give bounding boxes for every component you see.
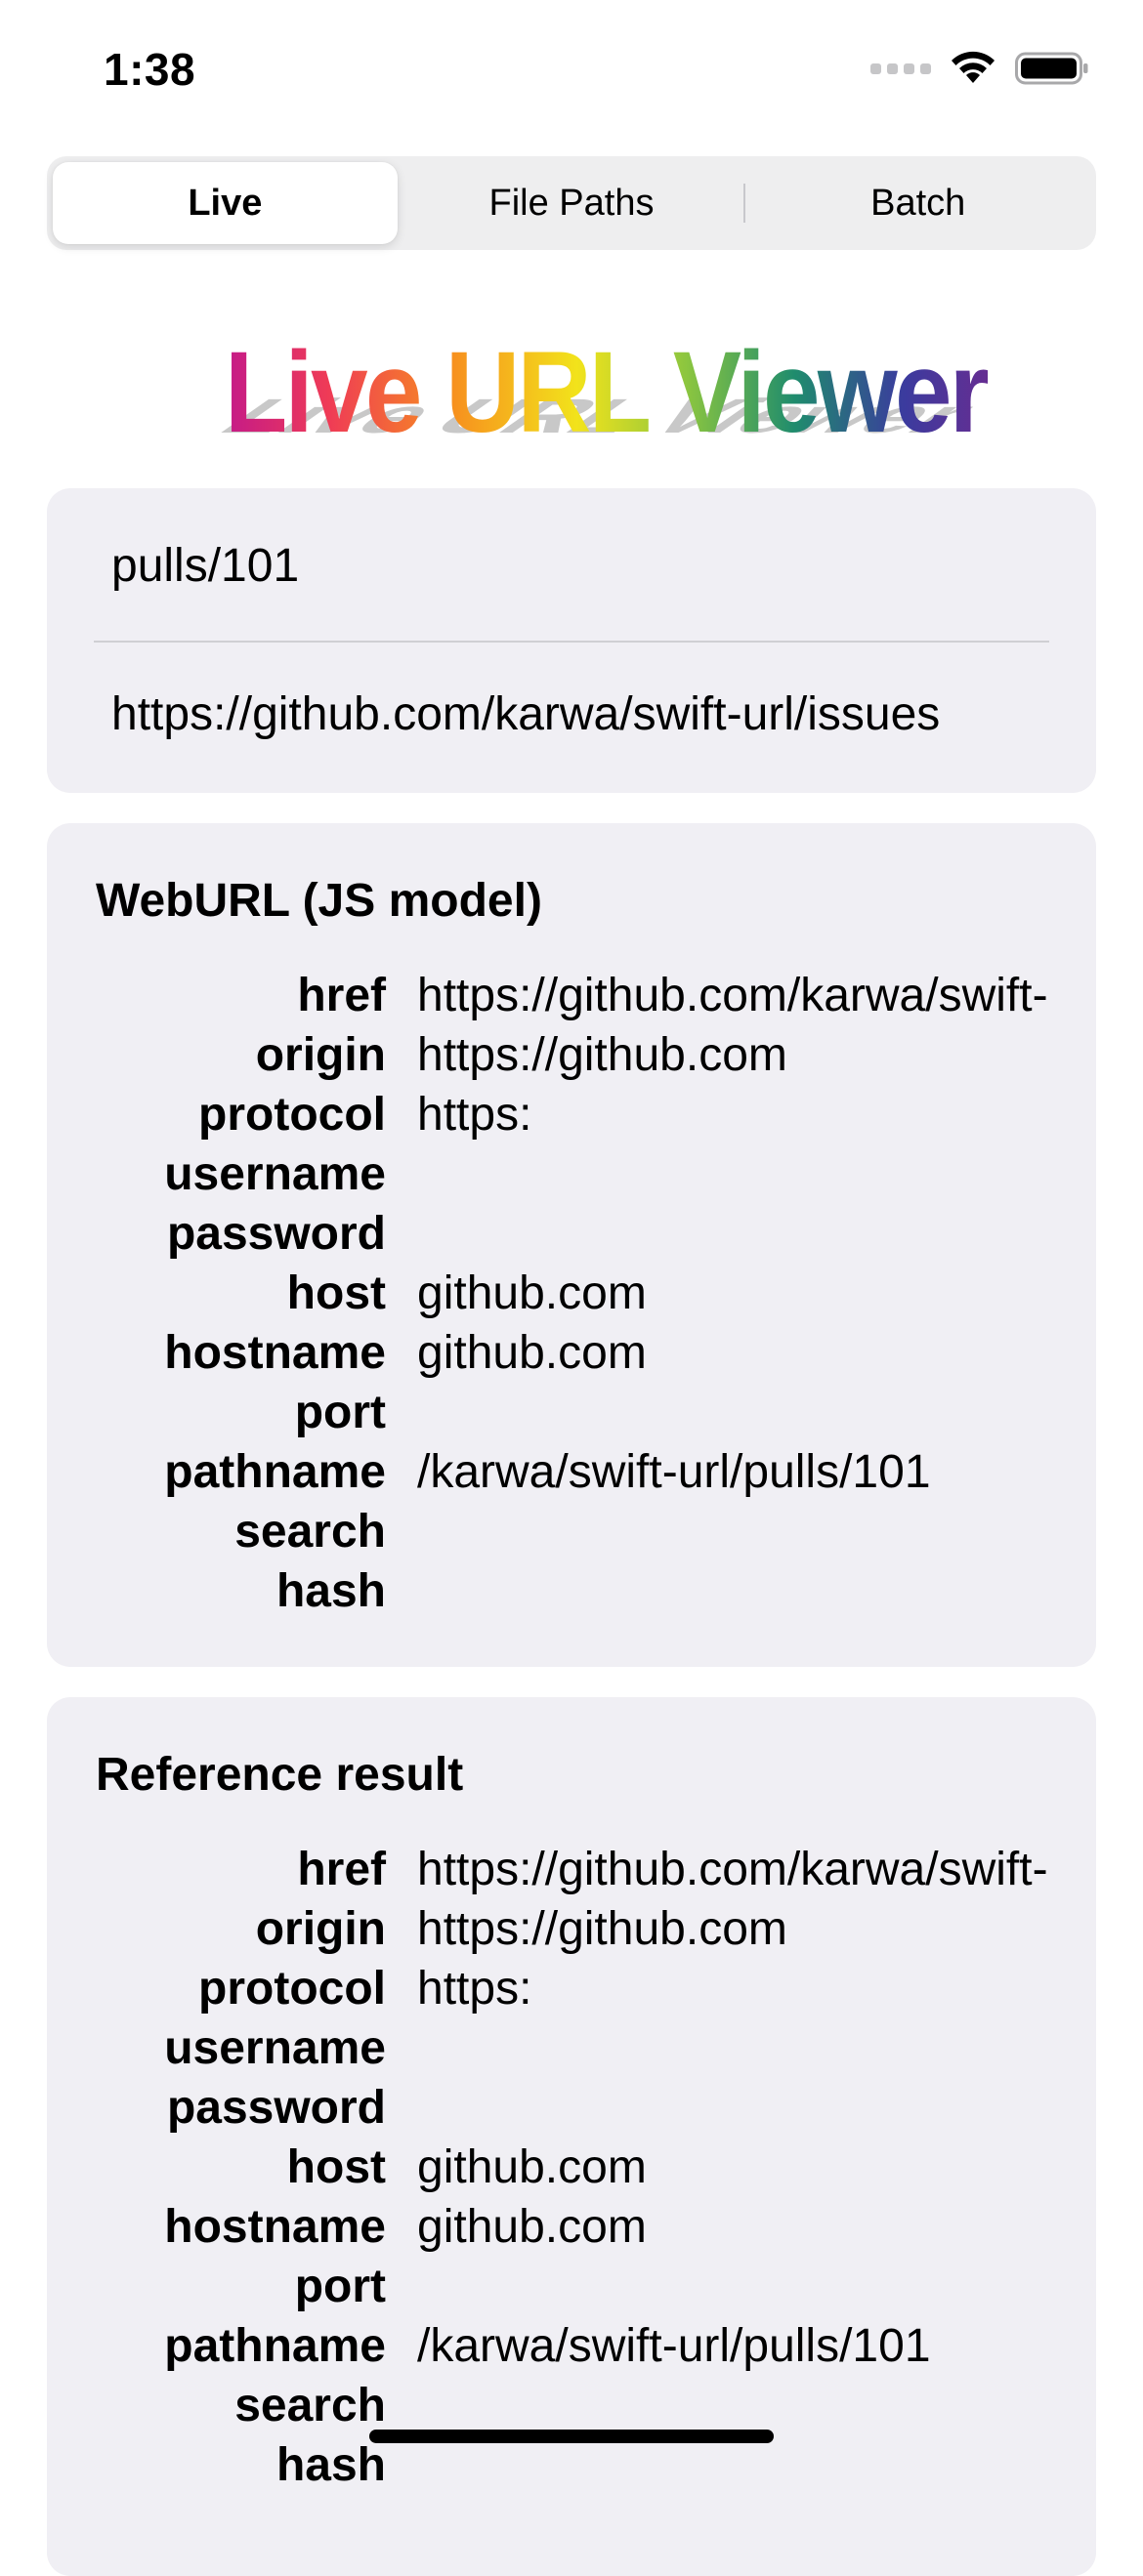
property-value: https://github.com (417, 1029, 787, 1081)
property-value: /karwa/swift-url/pulls/101 (417, 1446, 931, 1498)
segment-batch[interactable]: Batch (745, 162, 1090, 244)
input-divider (94, 641, 1049, 643)
property-row-pathname: pathname /karwa/swift-url/pulls/101 (47, 2316, 1096, 2376)
logo-text: Live URL Viewer (225, 328, 989, 457)
property-value: https: (417, 1963, 532, 2015)
property-key: href (297, 970, 386, 1021)
property-key: pathname (164, 1446, 386, 1498)
property-row-port: port (47, 1383, 1096, 1442)
property-key: username (164, 1148, 386, 1200)
property-row-hostname: hostname github.com (47, 1323, 1096, 1383)
property-key: hash (275, 2439, 386, 2491)
property-key: hostname (164, 2201, 386, 2253)
property-row-username: username (47, 2018, 1096, 2078)
property-row-username: username (47, 1144, 1096, 1204)
property-key: href (297, 1844, 386, 1895)
property-value: https://github.com (417, 1903, 787, 1955)
property-value: github.com (417, 2141, 647, 2193)
segment-live[interactable]: Live (53, 162, 398, 244)
weburl-properties-table: href https://github.com/karwa/swift-url/… (47, 966, 1096, 1621)
weburl-section-title: WebURL (JS model) (96, 875, 542, 927)
reference-section-title: Reference result (96, 1749, 464, 1801)
property-key: protocol (198, 1963, 386, 2015)
reference-result-card: Reference result href https://github.com… (47, 1697, 1096, 2576)
property-key: hostname (164, 1327, 386, 1379)
property-key: username (164, 2022, 386, 2074)
property-row-port: port (47, 2257, 1096, 2316)
segment-file-paths-label: File Paths (488, 182, 655, 224)
property-key: hash (275, 1565, 386, 1617)
property-key: password (166, 1208, 386, 1260)
property-key: host (286, 1267, 386, 1319)
property-row-href: href https://github.com/karwa/swift-url/… (47, 1840, 1096, 1899)
property-row-protocol: protocol https: (47, 1959, 1096, 2018)
reference-properties-table: href https://github.com/karwa/swift-url/… (47, 1840, 1096, 2495)
segment-live-label: Live (188, 182, 263, 224)
property-key: search (234, 2380, 386, 2431)
property-key: origin (255, 1903, 386, 1955)
base-url-field[interactable]: https://github.com/karwa/swift-url/issue… (111, 687, 940, 741)
property-value: github.com (417, 1267, 647, 1319)
home-indicator[interactable] (369, 2430, 774, 2443)
property-value: https: (417, 1089, 532, 1141)
property-key: port (294, 1387, 386, 1438)
battery-icon (1015, 51, 1089, 86)
property-value: /karwa/swift-url/pulls/101 (417, 2320, 931, 2372)
property-row-host: host github.com (47, 1264, 1096, 1323)
property-value: github.com (417, 2201, 647, 2253)
property-key: origin (255, 1029, 386, 1081)
property-key: host (286, 2141, 386, 2193)
property-key: port (294, 2261, 386, 2312)
mode-segmented-control: Live File Paths Batch (47, 156, 1096, 250)
status-time: 1:38 (104, 44, 196, 95)
property-key: pathname (164, 2320, 386, 2372)
cellular-signal-icon (870, 62, 931, 74)
property-row-hostname: hostname github.com (47, 2197, 1096, 2257)
property-row-pathname: pathname /karwa/swift-url/pulls/101 (47, 1442, 1096, 1502)
property-key: search (234, 1506, 386, 1558)
wifi-icon (949, 51, 997, 86)
property-row-origin: origin https://github.com (47, 1899, 1096, 1959)
property-row-origin: origin https://github.com (47, 1025, 1096, 1085)
status-bar: 1:38 (0, 0, 1143, 146)
url-input-card: pulls/101 https://github.com/karwa/swift… (47, 488, 1096, 793)
property-key: password (166, 2082, 386, 2134)
segment-batch-label: Batch (870, 182, 966, 224)
status-icons (870, 51, 1089, 86)
segment-file-paths[interactable]: File Paths (400, 162, 744, 244)
property-row-href: href https://github.com/karwa/swift-url/… (47, 966, 1096, 1025)
property-value: github.com (417, 1327, 647, 1379)
property-row-password: password (47, 1204, 1096, 1264)
property-row-search: search (47, 1502, 1096, 1561)
property-row-hash: hash (47, 1561, 1096, 1621)
property-row-host: host github.com (47, 2138, 1096, 2197)
property-value: https://github.com/karwa/swift-url/pulls… (417, 1844, 1049, 1895)
property-row-hash: hash (47, 2435, 1096, 2495)
property-row-protocol: protocol https: (47, 1085, 1096, 1144)
property-row-search: search (47, 2376, 1096, 2435)
property-value: https://github.com/karwa/swift-url/pulls… (417, 970, 1049, 1021)
app-logo: Live URL Viewer Live URL Viewer (0, 312, 1143, 459)
property-row-password: password (47, 2078, 1096, 2138)
relative-url-field[interactable]: pulls/101 (111, 539, 299, 593)
property-key: protocol (198, 1089, 386, 1141)
weburl-result-card: WebURL (JS model) href https://github.co… (47, 823, 1096, 1667)
